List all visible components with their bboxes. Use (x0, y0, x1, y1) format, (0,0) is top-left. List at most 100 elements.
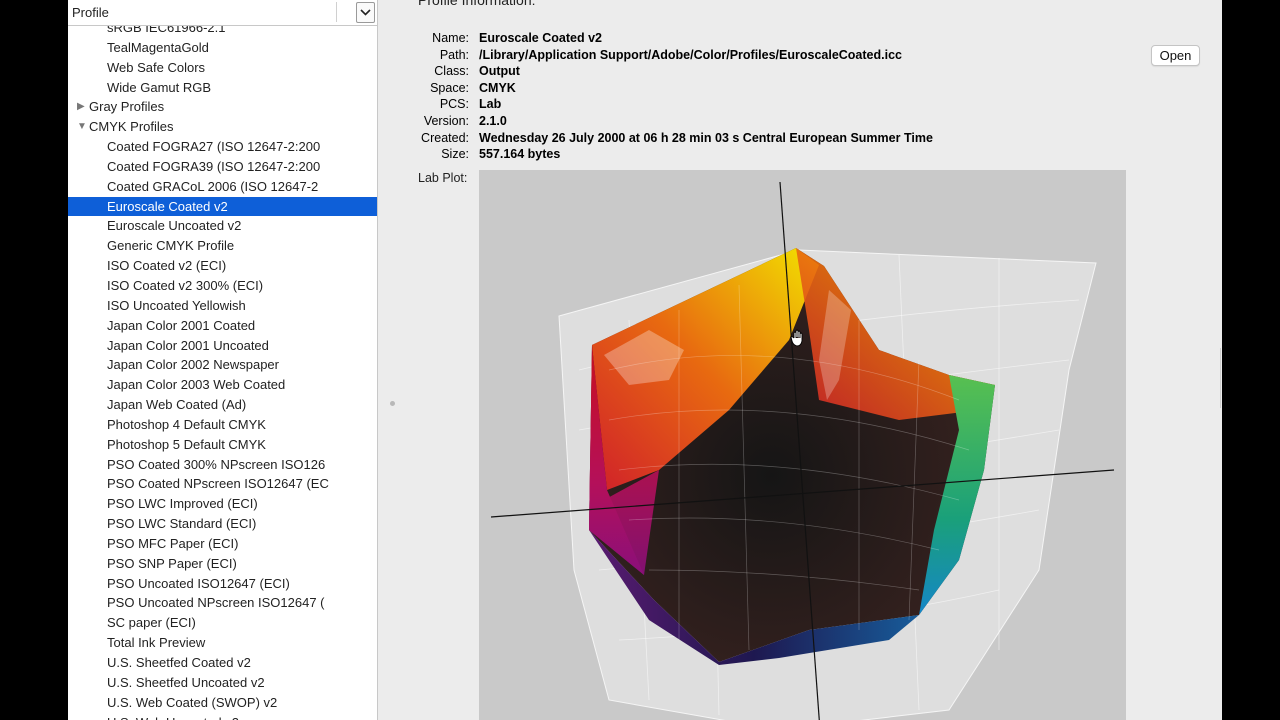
info-value: /Library/Application Support/Adobe/Color… (479, 47, 902, 62)
list-item[interactable]: Euroscale Uncoated v2 (68, 216, 333, 236)
info-value: Euroscale Coated v2 (479, 31, 602, 45)
list-item[interactable]: PSO MFC Paper (ECI) (68, 534, 333, 554)
list-item-label: Euroscale Uncoated v2 (107, 218, 242, 234)
list-item[interactable]: ISO Coated v2 (ECI) (68, 256, 333, 276)
list-item[interactable]: U.S. Sheetfed Coated v2 (68, 653, 333, 673)
chevron-down-icon (360, 9, 371, 16)
list-item[interactable]: Japan Color 2001 Coated (68, 316, 333, 336)
profile-info-title: Profile Information: (418, 0, 536, 8)
info-key: Name: (432, 31, 469, 45)
list-item[interactable]: Web Safe Colors (68, 58, 333, 78)
profile-list-header: Profile (68, 0, 377, 26)
list-item-label: Coated FOGRA27 (ISO 12647-2:200 (107, 139, 321, 155)
list-item[interactable]: Coated FOGRA39 (ISO 12647-2:200 (68, 157, 333, 177)
list-item-label: Generic CMYK Profile (107, 238, 235, 254)
list-item[interactable]: Coated GRACoL 2006 (ISO 12647-2 (68, 177, 333, 197)
list-item[interactable]: Japan Web Coated (Ad) (68, 395, 333, 415)
info-value: 2.1.0 (479, 114, 507, 128)
list-item[interactable]: Total Ink Preview (68, 633, 333, 653)
gamut-plot-svg (490, 181, 1115, 720)
info-key: Class: (434, 64, 469, 79)
list-item[interactable]: Photoshop 4 Default CMYK (68, 415, 333, 435)
info-value: 557.164 bytes (479, 147, 561, 162)
list-item-label: Japan Color 2001 Coated (107, 317, 256, 333)
info-key: PCS: (439, 97, 469, 112)
header-sort-control[interactable] (336, 2, 377, 23)
list-item[interactable]: Coated FOGRA27 (ISO 12647-2:200 (68, 137, 333, 157)
chevron-down-button[interactable] (356, 2, 375, 23)
list-item[interactable]: SC paper (ECI) (68, 613, 333, 633)
list-item-label: Total Ink Preview (107, 635, 206, 651)
list-item-label: Euroscale Coated v2 (107, 198, 228, 214)
list-item-label: PSO Uncoated NPscreen ISO12647 ( (107, 595, 325, 611)
list-item[interactable]: U.S. Sheetfed Uncoated v2 (68, 673, 333, 693)
list-item[interactable]: Photoshop 5 Default CMYK (68, 435, 333, 455)
list-item-label: PSO LWC Standard (ECI) (107, 516, 257, 532)
list-item[interactable]: Euroscale Coated v2 (68, 196, 377, 217)
list-item[interactable]: PSO Coated 300% NPscreen ISO126 (68, 455, 333, 475)
list-item[interactable]: Japan Color 2001 Uncoated (68, 336, 333, 356)
list-item-label: Photoshop 5 Default CMYK (107, 436, 266, 452)
list-item-label: TealMagentaGold (107, 39, 209, 55)
list-group-row[interactable]: ▶ Gray Profiles (68, 97, 333, 117)
list-item[interactable]: PSO Uncoated NPscreen ISO12647 ( (68, 593, 333, 613)
list-item-label: PSO Coated NPscreen ISO12647 (EC (107, 476, 329, 492)
list-item[interactable]: U.S. Web Coated (SWOP) v2 (68, 693, 333, 713)
lab-plot-label: Lab Plot: (418, 171, 468, 185)
list-item-label: PSO Coated 300% NPscreen ISO126 (107, 456, 326, 472)
info-value: Lab (479, 97, 502, 112)
info-value: Wednesday 26 July 2000 at 06 h 28 min 03… (479, 130, 933, 145)
list-item-label: Japan Web Coated (Ad) (107, 397, 247, 413)
lab-plot-3d[interactable] (479, 170, 1126, 720)
list-item[interactable]: PSO Coated NPscreen ISO12647 (EC (68, 474, 333, 494)
disclosure-closed-icon[interactable]: ▶ (77, 97, 85, 117)
window-edge-line (1220, 348, 1221, 408)
list-item[interactable]: PSO LWC Standard (ECI) (68, 514, 333, 534)
open-button[interactable]: Open (1151, 45, 1200, 66)
list-item-label: Wide Gamut RGB (107, 79, 212, 95)
list-item-label: Web Safe Colors (107, 59, 206, 75)
profile-list-panel: sRGB IEC61966-2.1 TealMagentaGold Web Safe… (68, 0, 378, 720)
colorsync-window: sRGB IEC61966-2.1 TealMagentaGold Web Safe… (68, 0, 1222, 720)
splitter-handle[interactable] (390, 401, 395, 406)
info-key: Space: (430, 80, 469, 95)
list-item-label: PSO SNP Paper (ECI) (107, 555, 237, 571)
list-item-label: U.S. Sheetfed Coated v2 (107, 655, 251, 670)
list-item[interactable]: ISO Coated v2 300% (ECI) (68, 276, 333, 296)
list-item-label: Coated FOGRA39 (ISO 12647-2:200 (107, 158, 321, 174)
list-item-label: SC paper (ECI) (107, 615, 196, 631)
list-item-label: CMYK Profiles (89, 119, 174, 135)
list-item[interactable]: PSO SNP Paper (ECI) (68, 554, 333, 574)
list-item-label: ISO Coated v2 300% (ECI) (107, 277, 264, 293)
list-item-label: ISO Uncoated Yellowish (107, 297, 246, 313)
info-value: Output (479, 64, 520, 79)
profile-list: sRGB IEC61966-2.1 TealMagentaGold Web Safe… (68, 18, 377, 720)
info-value: CMYK (479, 80, 516, 95)
list-item-label: Japan Color 2001 Uncoated (107, 337, 269, 353)
list-item[interactable]: Wide Gamut RGB (68, 78, 333, 98)
list-item-label: U.S. Web Uncoated v2 (107, 715, 239, 720)
list-item-label: PSO LWC Improved (ECI) (107, 496, 258, 512)
list-item-label: Coated GRACoL 2006 (ISO 12647-2 (107, 178, 319, 194)
list-item-label: Photoshop 4 Default CMYK (107, 416, 266, 432)
info-key: Size: (441, 147, 469, 162)
list-item-label: ISO Coated v2 (ECI) (107, 258, 227, 274)
list-item[interactable]: U.S. Web Uncoated v2 (68, 713, 333, 720)
list-item-label: U.S. Sheetfed Uncoated v2 (107, 674, 265, 690)
disclosure-open-icon[interactable]: ▼ (77, 117, 87, 137)
list-item-label: Japan Color 2003 Web Coated (107, 377, 286, 393)
list-item[interactable]: Japan Color 2002 Newspaper (68, 355, 333, 375)
info-key: Path: (439, 47, 469, 62)
list-item-label: Gray Profiles (89, 99, 165, 115)
info-key: Version: (423, 114, 469, 128)
list-item[interactable]: Japan Color 2003 Web Coated (68, 375, 333, 395)
list-item-label: PSO MFC Paper (ECI) (107, 535, 239, 551)
list-group-row[interactable]: ▼ CMYK Profiles (68, 117, 333, 137)
list-item-label: Japan Color 2002 Newspaper (107, 357, 279, 373)
list-item[interactable]: ISO Uncoated Yellowish (68, 296, 333, 316)
list-item[interactable]: PSO LWC Improved (ECI) (68, 494, 333, 514)
list-item[interactable]: Generic CMYK Profile (68, 236, 333, 256)
list-item[interactable]: TealMagentaGold (68, 38, 333, 58)
list-item[interactable]: PSO Uncoated ISO12647 (ECI) (68, 574, 333, 594)
list-item-label: U.S. Web Coated (SWOP) v2 (107, 694, 278, 710)
